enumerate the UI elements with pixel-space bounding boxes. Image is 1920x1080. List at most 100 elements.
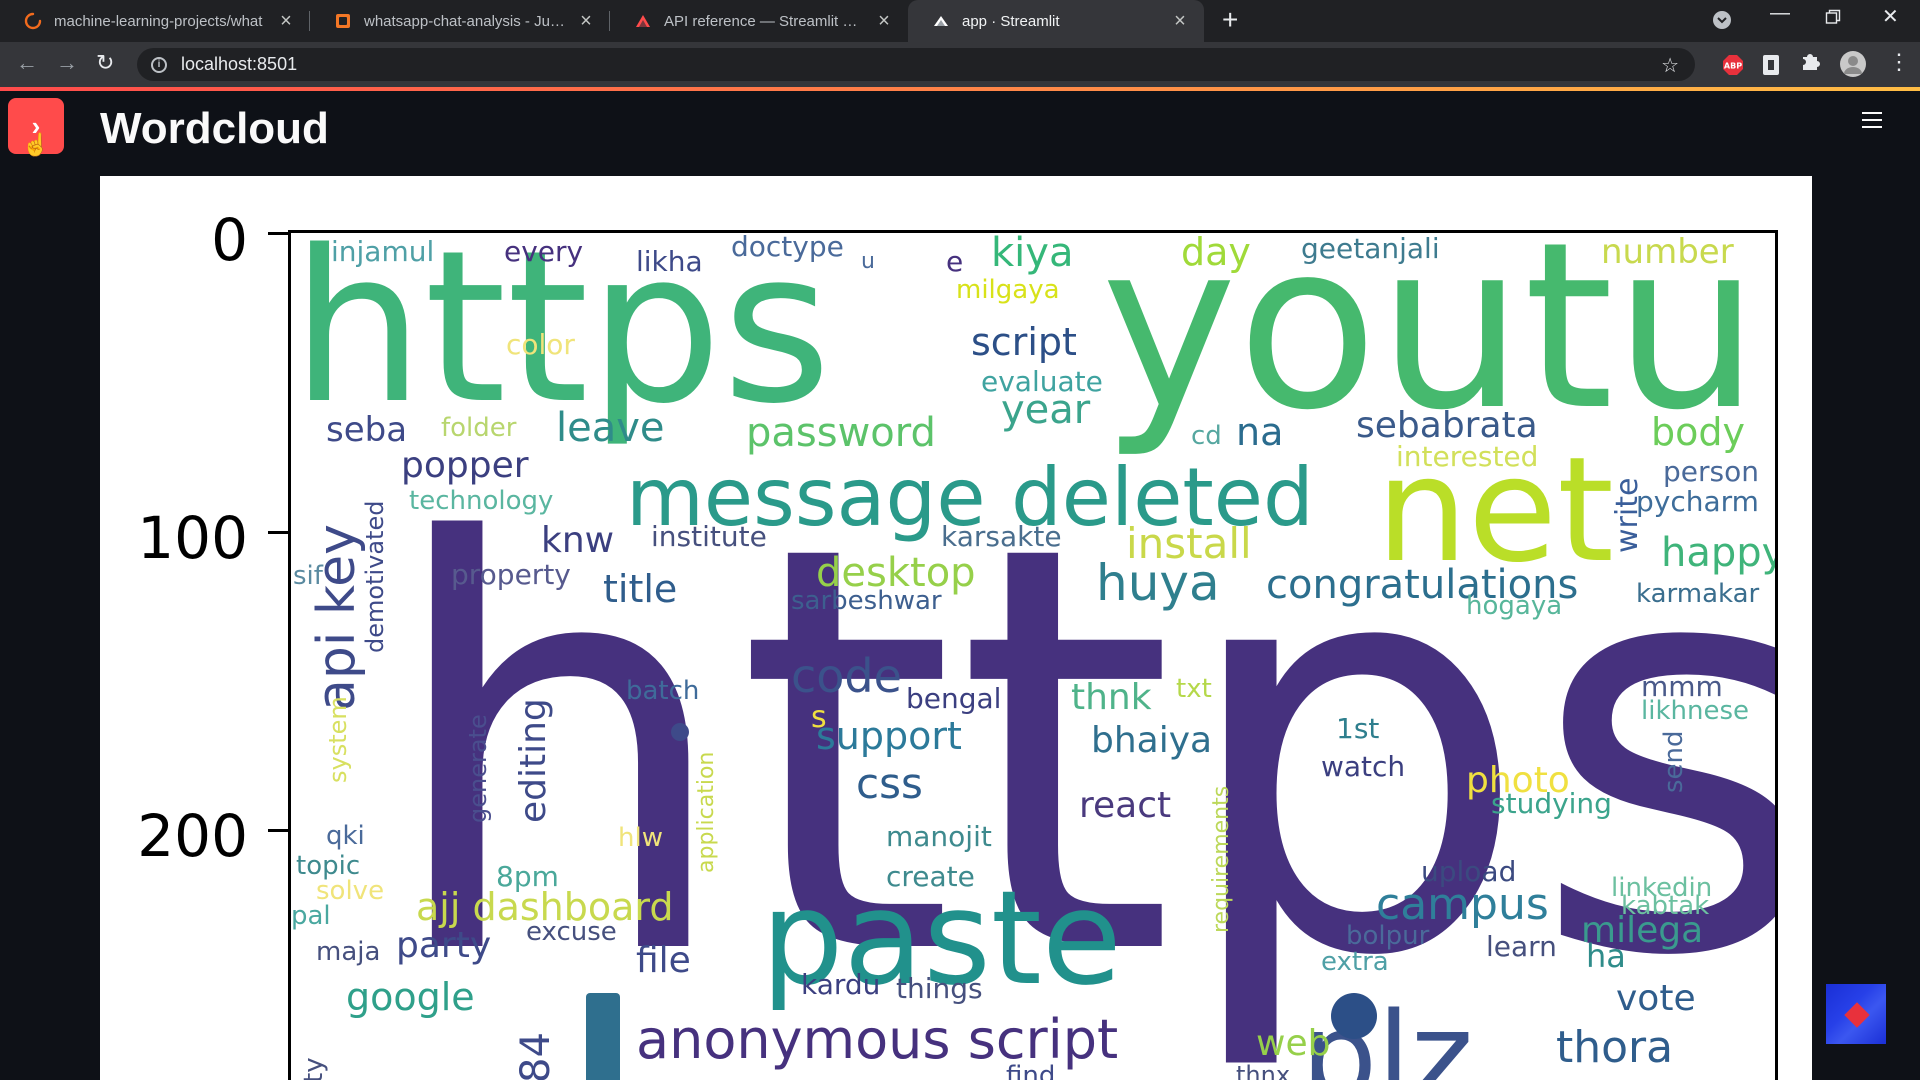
word-txt: txt — [1176, 674, 1212, 704]
main-menu-button[interactable] — [1862, 112, 1882, 128]
svg-text:ABP: ABP — [1724, 62, 1742, 71]
cloud-dot — [586, 993, 620, 1080]
word-learn: learn — [1486, 930, 1557, 963]
word-leave: leave — [556, 405, 665, 451]
word-kardu: kardu — [801, 968, 881, 1001]
word-title: title — [603, 567, 678, 611]
word-studying: studying — [1491, 787, 1612, 820]
word-system: system — [324, 696, 352, 783]
y-tick-label: 100 — [137, 504, 248, 572]
browser-tab-strip: machine-learning-projects/what × whatsap… — [0, 0, 1920, 42]
word-ha: ha — [1586, 937, 1626, 975]
word-sarbeshwar: sarbeshwar — [791, 586, 942, 616]
word-karmakar: karmakar — [1636, 579, 1760, 609]
word-file: file — [636, 940, 691, 981]
word-hogaya: hogaya — [1466, 591, 1563, 621]
y-tick-mark — [268, 232, 290, 235]
y-tick-mark — [268, 531, 290, 534]
word-hlw: hlw — [618, 823, 663, 853]
word-google: google — [346, 975, 475, 1019]
browser-menu-icon[interactable]: ⋮ — [1888, 51, 1910, 73]
extensions-puzzle-icon[interactable] — [1800, 50, 1822, 78]
word-pycharm: pycharm — [1636, 485, 1759, 518]
page-title: Wordcloud — [100, 104, 329, 153]
word-huya: huya — [1096, 554, 1220, 612]
word-generate: generate — [464, 714, 492, 823]
word-bolpur: bolpur — [1346, 921, 1430, 951]
minimize-button[interactable]: — — [1770, 2, 1790, 25]
browser-toolbar: ← → ↻ i localhost:8501 ☆ ABP ⋮ — [0, 42, 1920, 87]
browser-tab-3[interactable]: API reference — Streamlit 0.84.0 × — [610, 0, 908, 42]
word-demotivated: demotivated — [361, 500, 389, 653]
word-bhaiya: bhaiya — [1091, 720, 1213, 761]
streamlit-icon — [634, 12, 652, 30]
word-happy: happy — [1661, 530, 1778, 576]
restore-button[interactable] — [1825, 8, 1841, 31]
hand-cursor-icon: ☝ — [22, 132, 50, 157]
word-person: person — [1663, 455, 1759, 488]
word-doctype: doctype — [731, 230, 844, 263]
word-milgaya: milgaya — [956, 275, 1060, 305]
word-84: 84 — [513, 1032, 559, 1080]
adblock-plus-icon[interactable]: ABP — [1722, 54, 1744, 81]
word-things: things — [896, 972, 983, 1005]
site-info-icon[interactable]: i — [151, 56, 167, 73]
word-css: css — [856, 759, 923, 808]
word-number: number — [1601, 232, 1734, 272]
y-tick-label: 200 — [137, 802, 248, 870]
recording-overlay-thumbnail — [1826, 984, 1886, 1044]
close-tab-icon[interactable]: × — [1170, 10, 1190, 33]
word-thnk: thnk — [1071, 677, 1152, 718]
word-password: password — [746, 410, 936, 456]
browser-tab-2[interactable]: whatsapp-chat-analysis - Jupyter × — [310, 0, 610, 42]
profile-avatar[interactable] — [1840, 51, 1866, 82]
back-arrow-icon[interactable]: ← — [16, 50, 38, 76]
streamlit-icon — [932, 12, 950, 30]
word-watch: watch — [1321, 750, 1406, 783]
close-window-button[interactable]: ✕ — [1882, 4, 1899, 29]
word-knw: knw — [541, 520, 615, 561]
word-support: support — [816, 714, 962, 758]
y-tick-mark — [268, 829, 290, 832]
wordcloud-figure: 0 100 200 https youtu https net message … — [100, 176, 1812, 1080]
word-cd: cd — [1191, 421, 1222, 451]
word-kiya: kiya — [991, 230, 1074, 276]
word-create: create — [886, 860, 975, 893]
word-editing: editing — [513, 698, 554, 823]
tab-search-icon[interactable] — [1712, 10, 1732, 36]
browser-tab-1[interactable]: machine-learning-projects/what × — [0, 0, 310, 42]
close-tab-icon[interactable]: × — [576, 10, 596, 33]
word-property: property — [451, 558, 571, 591]
bookmark-star-icon[interactable]: ☆ — [1661, 53, 1679, 78]
word-institute: institute — [651, 520, 767, 553]
word-na: na — [1236, 410, 1284, 454]
loading-spinner-icon — [24, 12, 42, 30]
tab-title: whatsapp-chat-analysis - Jupyter — [364, 12, 566, 30]
reload-icon[interactable]: ↻ — [96, 50, 114, 76]
streamlit-decoration-bar — [0, 87, 1920, 91]
extension-icon[interactable] — [1762, 54, 1780, 81]
word-send: send — [1659, 730, 1689, 793]
close-tab-icon[interactable]: × — [276, 10, 296, 33]
word-party: party — [396, 925, 492, 966]
url-text[interactable]: localhost:8501 — [181, 54, 297, 75]
word-technology: technology — [409, 486, 554, 516]
cloud-dot — [1331, 993, 1377, 1039]
word-year: year — [1001, 387, 1091, 433]
forward-arrow-icon[interactable]: → — [56, 50, 78, 76]
wordcloud-image: https youtu https net message deleted pa… — [288, 230, 1778, 1080]
word-color: color — [506, 328, 575, 361]
browser-tab-4[interactable]: app · Streamlit × — [908, 0, 1204, 42]
word-folder: folder — [441, 413, 517, 443]
word-script: script — [971, 320, 1077, 364]
word-anonymous-script: anonymous script — [636, 1008, 1119, 1071]
close-tab-icon[interactable]: × — [874, 10, 894, 33]
address-bar[interactable]: i localhost:8501 ☆ — [137, 48, 1695, 81]
word-bengal: bengal — [906, 682, 1002, 715]
y-tick-label: 0 — [211, 206, 248, 274]
tab-title: machine-learning-projects/what — [54, 12, 263, 30]
tab-title: app · Streamlit — [962, 12, 1060, 30]
jupyter-icon — [334, 12, 352, 30]
menu-line — [1862, 126, 1882, 128]
new-tab-button[interactable]: + — [1222, 4, 1238, 36]
